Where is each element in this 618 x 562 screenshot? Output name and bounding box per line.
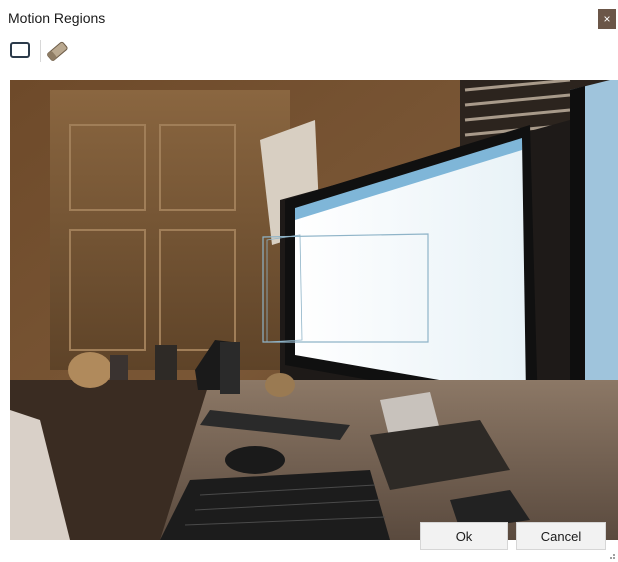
close-button[interactable]: × <box>598 9 616 29</box>
eraser-icon <box>47 41 68 61</box>
resize-grip-icon[interactable] <box>606 550 616 560</box>
dialog-title: Motion Regions <box>8 10 106 26</box>
camera-preview[interactable] <box>10 80 618 540</box>
ok-button[interactable]: Ok <box>420 522 508 550</box>
rectangle-icon <box>10 42 30 58</box>
title-bar[interactable]: Motion Regions × <box>0 0 618 34</box>
motion-regions-dialog: Motion Regions × Ok Cancel <box>0 0 618 562</box>
toolbar <box>8 38 208 64</box>
rectangle-tool-button[interactable] <box>8 38 34 64</box>
eraser-tool-button[interactable] <box>44 38 70 64</box>
toolbar-separator <box>40 40 41 62</box>
camera-frame-image <box>10 80 618 540</box>
cancel-button[interactable]: Cancel <box>516 522 606 550</box>
close-icon: × <box>603 12 611 26</box>
